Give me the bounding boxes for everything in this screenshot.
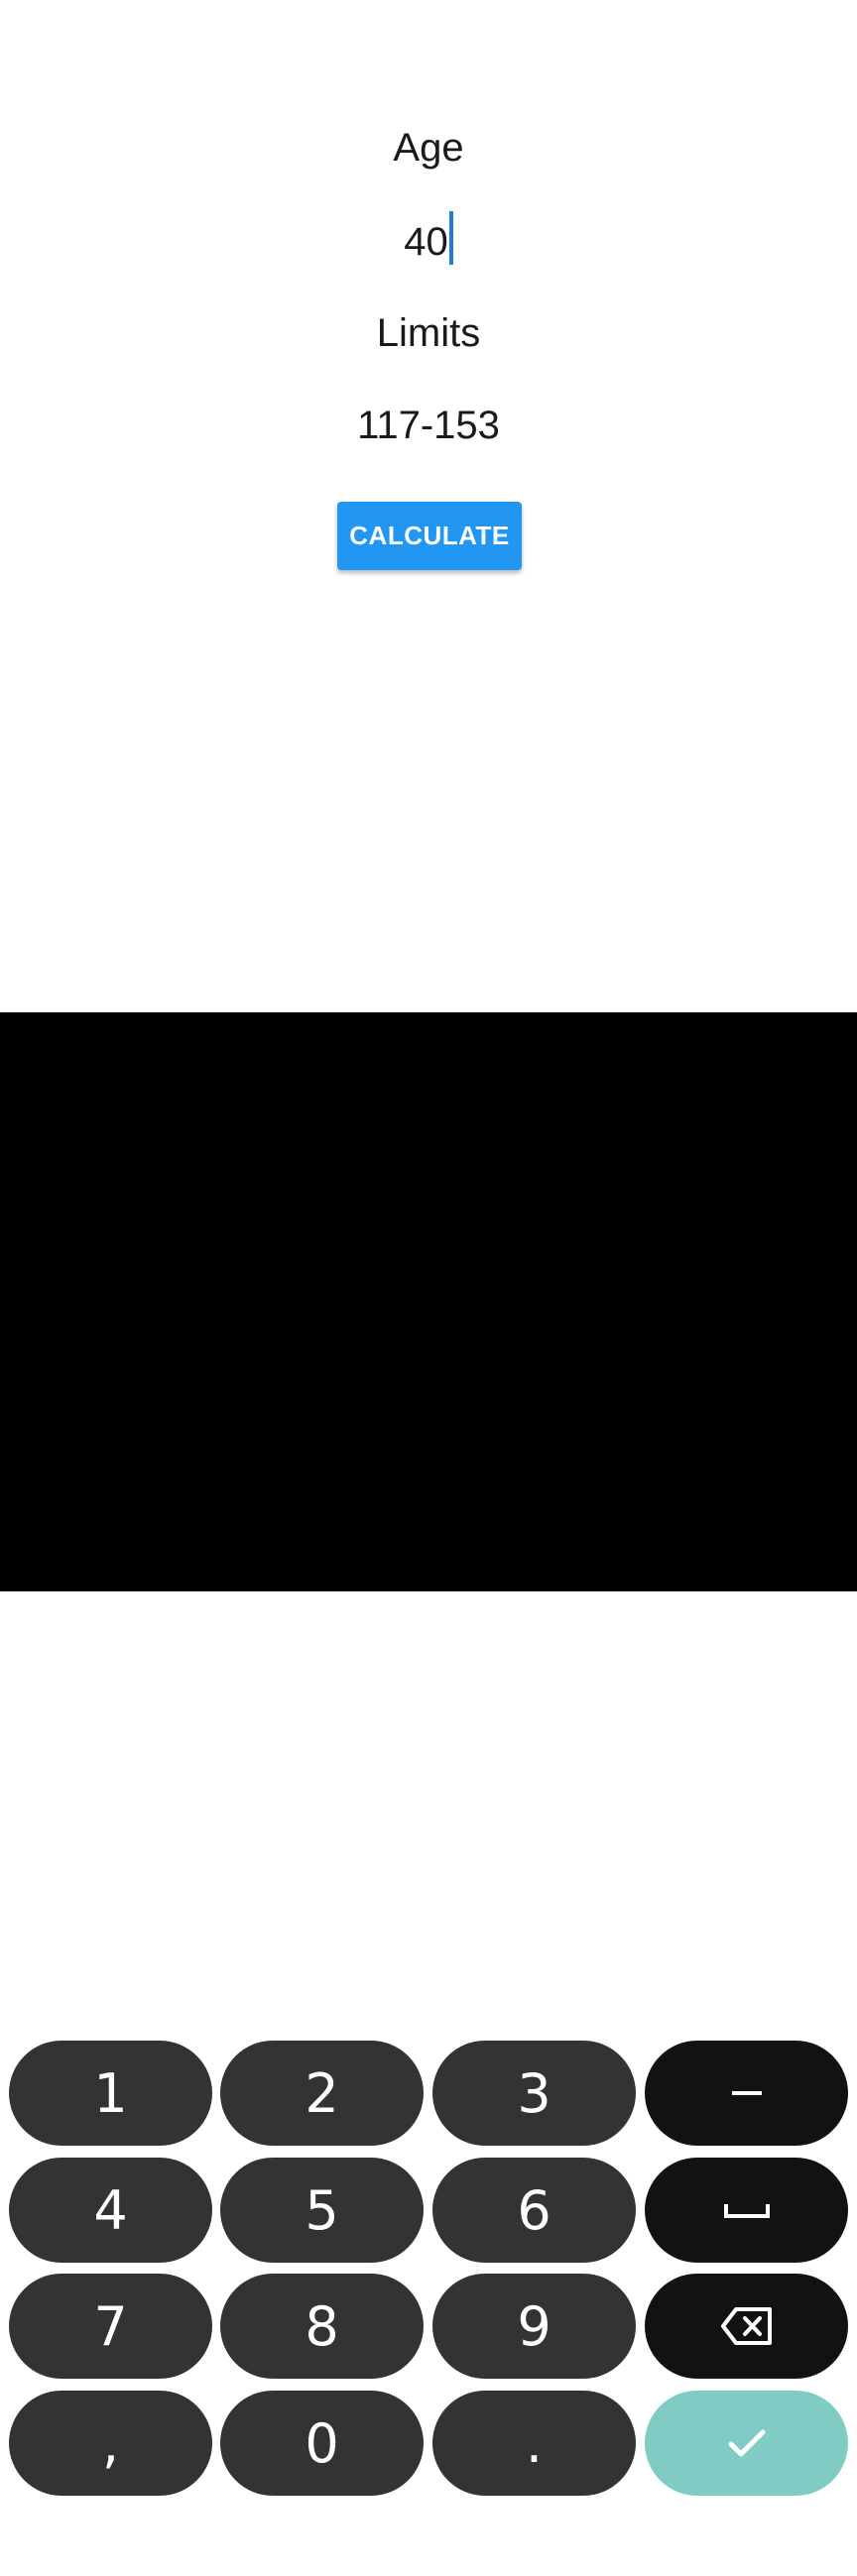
keyboard-collapse[interactable] <box>65 2536 105 2576</box>
check-icon <box>728 2429 765 2457</box>
key-8[interactable]: 8 <box>220 2274 424 2379</box>
calculate-button[interactable]: CALCULATE <box>337 502 522 570</box>
key-minus[interactable] <box>645 2041 848 2146</box>
age-input-wrap: 40 <box>0 211 857 266</box>
backspace-icon <box>720 2307 772 2345</box>
limits-value: 117-153 <box>357 404 500 447</box>
age-input-value: 40 <box>404 220 448 264</box>
chevron-down-icon <box>74 2550 96 2562</box>
limits-label: Limits <box>376 311 481 355</box>
key-7[interactable]: 7 <box>9 2274 212 2379</box>
key-4[interactable]: 4 <box>9 2158 212 2263</box>
key-0[interactable]: 0 <box>220 2391 424 2496</box>
key-3[interactable]: 3 <box>432 2041 636 2146</box>
key-space[interactable] <box>645 2158 848 2263</box>
key-5[interactable]: 5 <box>220 2158 424 2263</box>
key-enter[interactable] <box>645 2391 848 2496</box>
key-comma[interactable]: , <box>9 2391 212 2496</box>
key-2[interactable]: 2 <box>220 2041 424 2146</box>
app-screen: Age 40 Limits 117-153 CALCULATE <box>0 0 857 1012</box>
key-period[interactable]: . <box>432 2391 636 2496</box>
key-6[interactable]: 6 <box>432 2158 636 2263</box>
age-label: Age <box>393 126 464 170</box>
minus-icon <box>731 2091 762 2095</box>
key-1[interactable]: 1 <box>9 2041 212 2146</box>
key-9[interactable]: 9 <box>432 2274 636 2379</box>
age-input[interactable]: 40 <box>404 211 453 266</box>
space-icon <box>723 2204 770 2218</box>
numeric-keyboard: 1 2 3 4 5 6 7 8 9 , 0 . <box>0 1012 857 2562</box>
key-backspace[interactable] <box>645 2274 848 2379</box>
text-caret <box>448 211 453 265</box>
